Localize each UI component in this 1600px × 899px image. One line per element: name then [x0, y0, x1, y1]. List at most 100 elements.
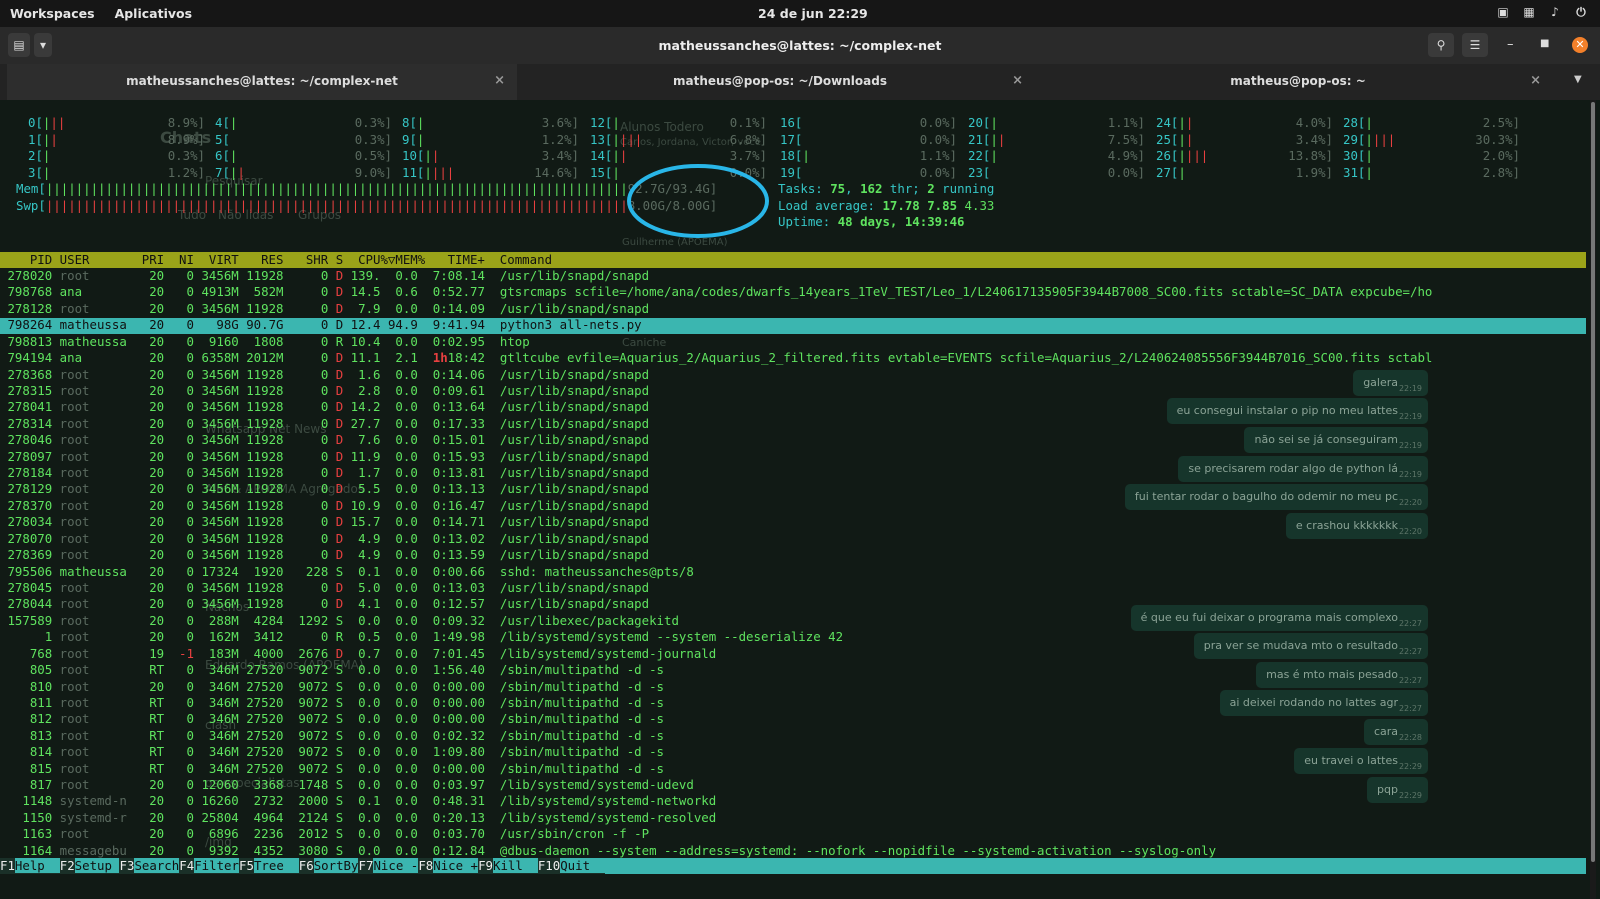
- user-cell: root: [52, 744, 127, 760]
- maximize-icon[interactable]: ■: [1540, 38, 1549, 49]
- nice-cell: 0: [164, 727, 194, 743]
- priority-cell: 20: [126, 530, 165, 546]
- function-key-f6[interactable]: F6SortBy: [299, 858, 359, 874]
- terminal-view[interactable]: Chats Pesquisar Tudo Não lidas Grupos Al…: [0, 100, 1600, 899]
- pid-cell: 278128: [0, 300, 53, 316]
- table-row[interactable]: 278034 root 20 0 3456M 11928 0 D 15.7 0.…: [0, 514, 649, 531]
- function-key-f5[interactable]: F5Tree: [239, 858, 299, 874]
- time-cell: 1h18:42: [432, 350, 485, 366]
- tab-complex-net[interactable]: matheussanches@lattes: ~/complex-net ×: [7, 64, 517, 102]
- apps-button[interactable]: Aplicativos: [115, 6, 192, 21]
- pid-cell: 278315: [0, 382, 53, 398]
- tab-home[interactable]: matheus@pop-os: ~ ×: [1043, 64, 1553, 100]
- tab-list-chevron-icon[interactable]: ▼: [1574, 74, 1582, 85]
- shr-cell: 9072: [283, 727, 329, 743]
- table-row[interactable]: 813 root RT 0 346M 27520 9072 S 0.0 0.0 …: [0, 728, 664, 745]
- scrollbar-thumb[interactable]: [1591, 102, 1595, 862]
- function-key-f2[interactable]: F2Setup: [60, 858, 120, 874]
- menu-icon[interactable]: ☰: [1462, 33, 1488, 57]
- table-row[interactable]: 817 root 20 0 12060 3368 1748 S 0.0 0.0 …: [0, 777, 694, 794]
- table-row[interactable]: 278128 root 20 0 3456M 11928 0 D 7.9 0.0…: [0, 301, 649, 318]
- close-window-icon[interactable]: ✕: [1572, 37, 1588, 53]
- search-icon[interactable]: ⚲: [1428, 33, 1454, 57]
- table-row[interactable]: 278041 root 20 0 3456M 11928 0 D 14.2 0.…: [0, 399, 649, 416]
- cpu-bar: ||||: [424, 164, 455, 180]
- cpu-bar: ||: [1178, 115, 1194, 130]
- screen-share-icon[interactable]: ▣: [1496, 5, 1510, 19]
- shr-cell: 0: [283, 333, 329, 349]
- state-cell: R: [328, 629, 344, 645]
- table-row[interactable]: 795506 matheussa 20 0 17324 1920 228 S 0…: [0, 564, 693, 581]
- table-row[interactable]: 815 root RT 0 346M 27520 9072 S 0.0 0.0 …: [0, 761, 664, 778]
- table-row[interactable]: 1148 systemd-n 20 0 16260 2732 2000 S 0.…: [0, 793, 716, 810]
- table-row[interactable]: 798768 ana 20 0 4913M 582M 0 D 14.5 0.6 …: [0, 284, 1432, 301]
- window-title: matheussanches@lattes: ~/complex-net: [658, 38, 942, 53]
- table-row[interactable]: 278129 root 20 0 3456M 11928 0 D 5.5 0.0…: [0, 481, 649, 498]
- table-row[interactable]: 814 root RT 0 346M 27520 9072 S 0.0 0.0 …: [0, 744, 664, 761]
- keyboard-icon[interactable]: ▦: [1522, 5, 1536, 19]
- command-cell: /usr/lib/snapd/snapd: [484, 300, 650, 316]
- table-row[interactable]: 278370 root 20 0 3456M 11928 0 D 10.9 0.…: [0, 498, 649, 515]
- tab-downloads[interactable]: matheus@pop-os: ~/Downloads ×: [525, 64, 1035, 100]
- priority-cell: 20: [126, 448, 165, 464]
- table-row[interactable]: 768 root 19 -1 183M 4000 2676 D 0.7 0.0 …: [0, 646, 716, 663]
- function-key-f3[interactable]: F3Search: [120, 858, 180, 874]
- cpu-number: 20[: [968, 115, 991, 130]
- pid-cell: 1163: [0, 826, 53, 842]
- volume-icon[interactable]: ♪: [1548, 5, 1562, 19]
- table-row[interactable]: 278046 root 20 0 3456M 11928 0 D 7.6 0.0…: [0, 432, 649, 449]
- workspaces-button[interactable]: Workspaces: [10, 6, 95, 21]
- res-cell: 27520: [238, 727, 284, 743]
- clock[interactable]: 24 de jun 22:29: [758, 6, 868, 21]
- function-key-f10[interactable]: F10Quit: [538, 858, 605, 874]
- table-row[interactable]: 278369 root 20 0 3456M 11928 0 D 4.9 0.0…: [0, 547, 649, 564]
- mem-cell: 0.0: [380, 711, 418, 727]
- table-row[interactable]: 278070 root 20 0 3456M 11928 0 D 4.9 0.0…: [0, 531, 649, 548]
- function-key-f9[interactable]: F9Kill: [478, 858, 538, 874]
- table-row[interactable]: 798264 matheussa 20 0 98G 90.7G 0 D 12.4…: [0, 317, 641, 334]
- table-row[interactable]: 278314 root 20 0 3456M 11928 0 D 27.7 0.…: [0, 416, 649, 433]
- table-row[interactable]: 798813 matheussa 20 0 9160 1808 0 R 10.4…: [0, 333, 529, 351]
- minimize-icon[interactable]: –: [1507, 37, 1514, 52]
- table-row[interactable]: 1150 systemd-r 20 0 25804 4964 2124 S 0.…: [0, 810, 716, 827]
- table-row[interactable]: 278184 root 20 0 3456M 11928 0 D 1.7 0.0…: [0, 465, 649, 482]
- table-row[interactable]: 157589 root 20 0 288M 4284 1292 S 0.0 0.…: [0, 613, 678, 630]
- column-headers[interactable]: PID USER PRI NI VIRT RES SHR S CPU%▽MEM%…: [0, 252, 552, 269]
- function-key-f1[interactable]: F1Help: [0, 858, 60, 874]
- table-row[interactable]: 278020 root 20 0 3456M 11928 0 D 139. 0.…: [0, 268, 649, 285]
- close-tab-icon[interactable]: ×: [1530, 73, 1541, 88]
- nice-cell: 0: [164, 382, 194, 398]
- command-cell: /usr/lib/snapd/snapd: [484, 497, 650, 513]
- table-row[interactable]: 1164 messagebu 20 0 9392 4352 3080 S 0.0…: [0, 843, 1216, 860]
- function-key-f8[interactable]: F8Nice +: [418, 858, 478, 874]
- power-icon[interactable]: ⏻: [1574, 5, 1588, 19]
- table-row[interactable]: 278315 root 20 0 3456M 11928 0 D 2.8 0.0…: [0, 383, 649, 400]
- table-row[interactable]: 278368 root 20 0 3456M 11928 0 D 1.6 0.0…: [0, 367, 649, 384]
- cpu-cell: 7.9: [343, 300, 381, 316]
- table-row[interactable]: 278097 root 20 0 3456M 11928 0 D 11.9 0.…: [0, 449, 649, 466]
- priority-cell: 20: [126, 366, 165, 382]
- close-tab-icon[interactable]: ×: [1012, 73, 1023, 88]
- table-row[interactable]: 794194 ana 20 0 6358M 2012M 0 D 11.1 2.1…: [0, 350, 1432, 367]
- cpu-cell: 7.6: [343, 432, 381, 448]
- table-row[interactable]: 278044 root 20 0 3456M 11928 0 D 4.1 0.0…: [0, 596, 649, 613]
- cpu-value: 3.6%]: [541, 115, 579, 130]
- table-row[interactable]: 1 root 20 0 162M 3412 0 R 0.5 0.0 1:49.9…: [0, 629, 843, 646]
- table-row[interactable]: 810 root 20 0 346M 27520 9072 S 0.0 0.0 …: [0, 679, 664, 696]
- table-row[interactable]: 278045 root 20 0 3456M 11928 0 D 5.0 0.0…: [0, 580, 649, 597]
- table-row[interactable]: 811 root RT 0 346M 27520 9072 S 0.0 0.0 …: [0, 695, 664, 712]
- cpu-number: 7[: [215, 164, 230, 180]
- table-row[interactable]: 1163 root 20 0 6896 2236 2012 S 0.0 0.0 …: [0, 826, 649, 843]
- table-row[interactable]: 812 root RT 0 346M 27520 9072 S 0.0 0.0 …: [0, 711, 664, 728]
- table-row[interactable]: 805 root RT 0 346M 27520 9072 S 0.0 0.0 …: [0, 662, 664, 679]
- close-tab-icon[interactable]: ×: [494, 73, 505, 88]
- cpu-meter: 22[| 4.9%]: [968, 148, 1145, 165]
- cpu-meter: 11[|||| 14.6%]: [402, 165, 579, 182]
- function-key-f7[interactable]: F7Nice -: [359, 858, 419, 874]
- scrollbar[interactable]: [1590, 100, 1596, 899]
- cpu-cell: 0.0: [343, 760, 381, 776]
- function-key-f4[interactable]: F4Filter: [179, 858, 239, 874]
- time-cell: 0:15.01: [417, 432, 485, 448]
- cpu-meter: 24[|| 4.0%]: [1156, 115, 1333, 132]
- state-cell: S: [328, 826, 344, 842]
